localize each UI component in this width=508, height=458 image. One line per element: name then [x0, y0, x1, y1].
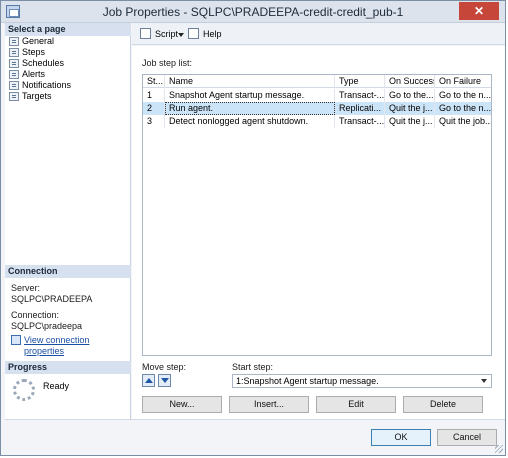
- on-failure-cell: Go to the n...: [439, 90, 492, 100]
- server-label: Server:: [11, 283, 41, 293]
- footer-divider: [5, 419, 505, 420]
- ok-button[interactable]: OK: [371, 429, 431, 446]
- help-button[interactable]: Help: [188, 28, 222, 40]
- page-item-label: Steps: [22, 47, 46, 57]
- page-item-alerts[interactable]: Alerts: [9, 69, 45, 80]
- script-icon: [140, 28, 151, 39]
- connection-value: SQLPC\pradeepa: [11, 321, 83, 331]
- name-cell: Snapshot Agent startup message.: [165, 89, 335, 102]
- column-header-name[interactable]: Name: [165, 75, 335, 88]
- help-label: Help: [203, 29, 222, 39]
- title-bar[interactable]: Job Properties - SQLPC\PRADEEPA-credit-c…: [1, 1, 505, 23]
- on-failure-cell: Go to the n...: [439, 103, 492, 113]
- close-button[interactable]: ✕: [459, 2, 499, 20]
- cancel-button[interactable]: Cancel: [437, 429, 497, 446]
- move-step-down-button[interactable]: [158, 374, 171, 387]
- page-item-label: Alerts: [22, 69, 46, 79]
- select-page-header: Select a page: [5, 23, 131, 36]
- script-dropdown-icon[interactable]: [178, 33, 184, 37]
- left-pane: Select a page General Steps Schedules Al…: [5, 23, 131, 419]
- page-item-label: Targets: [22, 91, 52, 101]
- type-cell: Transact-...: [335, 89, 385, 102]
- name-cell: Detect nonlogged agent shutdown.: [165, 115, 335, 128]
- progress-status: Ready: [43, 381, 70, 391]
- script-label: Script: [155, 29, 179, 39]
- connection-properties-icon: [11, 335, 21, 345]
- page-icon: [9, 81, 19, 90]
- page-item-targets[interactable]: Targets: [9, 91, 52, 102]
- new-step-button[interactable]: New...: [142, 396, 222, 413]
- page-icon: [9, 92, 19, 101]
- page-icon: [9, 70, 19, 79]
- on-failure-cell: Quit the job...: [439, 116, 492, 126]
- server-value: SQLPC\PRADEEPA: [11, 294, 93, 304]
- delete-step-button[interactable]: Delete: [403, 396, 483, 413]
- page-item-steps[interactable]: Steps: [9, 47, 45, 58]
- resize-grip-icon[interactable]: [495, 445, 503, 453]
- connection-label: Connection:: [11, 310, 60, 320]
- step-cell: 1: [143, 89, 165, 102]
- job-properties-window: Job Properties - SQLPC\PRADEEPA-credit-c…: [0, 0, 506, 456]
- page-icon: [9, 37, 19, 46]
- on-success-cell: Quit the j...: [385, 102, 435, 115]
- step-cell: 3: [143, 115, 165, 128]
- toolbar: Script Help: [132, 23, 505, 45]
- column-header-on-success[interactable]: On Success: [385, 75, 435, 88]
- view-connection-properties-label: View connection properties: [24, 335, 90, 356]
- page-item-label: Schedules: [22, 58, 65, 68]
- page-item-general[interactable]: General: [9, 36, 54, 47]
- page-item-notifications[interactable]: Notifications: [9, 80, 71, 91]
- page-icon: [9, 59, 19, 68]
- grid-header: St... Name Type On Success On Failure: [143, 75, 491, 88]
- column-header-step[interactable]: St...: [143, 75, 165, 88]
- type-cell: Transact-...: [335, 115, 385, 128]
- edit-step-button[interactable]: Edit: [316, 396, 396, 413]
- insert-step-button[interactable]: Insert...: [229, 396, 309, 413]
- chevron-down-icon: [481, 379, 487, 383]
- start-step-label: Start step:: [232, 362, 274, 372]
- job-step-grid[interactable]: St... Name Type On Success On Failure 1 …: [142, 74, 492, 356]
- on-success-cell: Quit the j...: [385, 115, 435, 128]
- page-item-label: Notifications: [22, 80, 72, 90]
- view-connection-properties-link[interactable]: View connection properties: [11, 335, 130, 357]
- help-icon: [188, 28, 199, 39]
- start-step-value: 1:Snapshot Agent startup message.: [236, 376, 379, 386]
- move-step-label: Move step:: [142, 362, 187, 372]
- script-button[interactable]: Script: [140, 28, 178, 40]
- page-icon: [9, 48, 19, 57]
- main-panel: Job step list: St... Name Type On Succes…: [132, 46, 505, 419]
- progress-header: Progress: [5, 361, 131, 374]
- step-cell: 2: [143, 102, 165, 115]
- table-row-selected[interactable]: 2 Run agent. Replicati... Quit the j... …: [143, 102, 492, 115]
- move-step-up-button[interactable]: [142, 374, 155, 387]
- page-item-schedules[interactable]: Schedules: [9, 58, 64, 69]
- connection-header: Connection: [5, 265, 131, 278]
- page-item-label: General: [22, 36, 55, 46]
- progress-spinner-icon: [13, 379, 35, 401]
- start-step-select[interactable]: 1:Snapshot Agent startup message.: [232, 374, 492, 388]
- name-cell: Run agent.: [165, 102, 335, 115]
- window-title: Job Properties - SQLPC\PRADEEPA-credit-c…: [102, 5, 404, 19]
- table-row[interactable]: 3 Detect nonlogged agent shutdown. Trans…: [143, 115, 492, 128]
- column-header-on-failure[interactable]: On Failure: [435, 75, 491, 88]
- column-header-type[interactable]: Type: [335, 75, 385, 88]
- table-row[interactable]: 1 Snapshot Agent startup message. Transa…: [143, 89, 492, 102]
- on-success-cell: Go to the...: [385, 89, 435, 102]
- type-cell: Replicati...: [335, 102, 385, 115]
- job-step-list-label: Job step list:: [142, 58, 193, 68]
